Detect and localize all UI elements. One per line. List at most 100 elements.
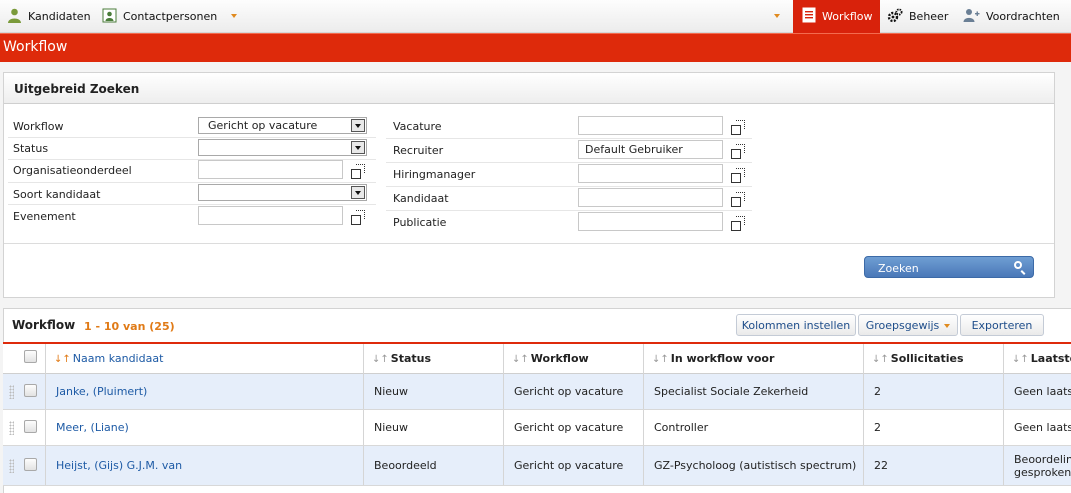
columns-settings-button[interactable]: Kolommen instellen: [736, 314, 856, 336]
table-row[interactable]: Janke, (Pluimert) Nieuw Gericht op vacat…: [3, 374, 1071, 410]
drag-handle-icon[interactable]: [9, 421, 14, 435]
more-dropdown-caret-icon[interactable]: [231, 14, 237, 18]
results-title: Workflow: [12, 318, 76, 332]
cell-in-workflow-voor: GZ-Psycholoog (autistisch spectrum): [643, 446, 863, 485]
cell-sollicitaties: 2: [863, 410, 1003, 445]
cell-workflow: Gericht op vacature: [503, 410, 643, 445]
group-actions-caret-icon: [944, 324, 951, 328]
publicatie-picker-icon[interactable]: [731, 216, 745, 231]
evenement-picker-icon[interactable]: [351, 210, 365, 225]
soort-kandidaat-select-arrow-icon[interactable]: [351, 186, 365, 199]
field-label-hiringmanager: Hiringmanager: [393, 168, 476, 181]
advanced-search-header: Uitgebreid Zoeken: [4, 73, 1054, 104]
field-label-publicatie: Publicatie: [393, 216, 447, 229]
vacature-input[interactable]: [578, 116, 723, 135]
soort-kandidaat-select[interactable]: [198, 184, 367, 201]
row-checkbox[interactable]: [24, 384, 37, 397]
kandidaat-picker-icon[interactable]: [731, 192, 745, 207]
header-in-workflow-voor[interactable]: ↓↑ In workflow voor: [643, 344, 863, 375]
group-actions-button[interactable]: Groepsgewijs: [858, 314, 958, 336]
nav-contactpersonen[interactable]: Contactpersonen: [102, 0, 217, 33]
vacature-picker-icon[interactable]: [731, 120, 745, 135]
header-workflow-label: Workflow: [530, 352, 589, 365]
header-naam-kandidaat-label: Naam kandidaat: [72, 352, 164, 365]
field-label-kandidaat: Kandidaat: [393, 192, 449, 205]
status-select-arrow-icon[interactable]: [351, 141, 365, 154]
cell-workflow: Gericht op vacature: [503, 374, 643, 409]
header-workflow[interactable]: ↓↑ Workflow: [503, 344, 643, 375]
top-navigation-bar: Kandidaten Contactpersonen Workflow Behe…: [0, 0, 1071, 33]
group-actions-label: Groepsgewijs: [865, 319, 940, 332]
drag-handle-icon[interactable]: [9, 385, 14, 399]
right-dropdown-caret-icon[interactable]: [774, 14, 780, 18]
evenement-input[interactable]: [198, 206, 343, 225]
workflow-select-arrow-icon[interactable]: [351, 119, 365, 132]
organisatieonderdeel-input[interactable]: [198, 160, 343, 179]
workflow-select[interactable]: Gericht op vacature: [198, 117, 367, 134]
export-button[interactable]: Exporteren: [960, 314, 1044, 336]
organisatieonderdeel-picker-icon[interactable]: [351, 164, 365, 179]
recruiter-picker-icon[interactable]: [731, 144, 745, 159]
nav-beheer[interactable]: Beheer: [887, 0, 948, 33]
cell-naam-kandidaat[interactable]: Janke, (Pluimert): [45, 374, 363, 409]
cell-naam-kandidaat[interactable]: Meer, (Liane): [45, 410, 363, 445]
header-sollicitaties[interactable]: ↓↑ Sollicitaties: [863, 344, 1003, 375]
nav-voordrachten-label: Voordrachten: [986, 10, 1060, 23]
table-row[interactable]: Meer, (Liane) Nieuw Gericht op vacature …: [3, 410, 1071, 446]
sort-desc-icon: ↓↑: [54, 354, 71, 365]
header-sollicitaties-label: Sollicitaties: [890, 352, 964, 365]
nav-kandidaten-label: Kandidaten: [28, 10, 91, 23]
hiringmanager-input[interactable]: [578, 164, 723, 183]
person-add-icon: [963, 8, 980, 25]
cell-in-workflow-voor: Controller: [643, 410, 863, 445]
cell-laatste: Beoordeling gesproken: [1003, 446, 1071, 485]
sort-icon: ↓↑: [872, 354, 889, 365]
cell-laatste: Geen laatste: [1003, 374, 1071, 409]
row-checkbox[interactable]: [24, 458, 37, 471]
sort-icon: ↓↑: [1012, 354, 1029, 365]
nav-workflow[interactable]: Workflow: [793, 0, 880, 33]
field-label-workflow: Workflow: [13, 120, 64, 133]
select-all-checkbox[interactable]: [24, 350, 37, 363]
table-row[interactable]: Heijst, (Gijs) G.J.M. van Beoordeeld Ger…: [3, 446, 1071, 486]
kandidaat-input[interactable]: [578, 188, 723, 207]
contact-card-icon: [102, 8, 117, 26]
field-separator: [386, 138, 752, 139]
cell-naam-kandidaat[interactable]: Heijst, (Gijs) G.J.M. van: [45, 446, 363, 485]
header-status[interactable]: ↓↑ Status: [363, 344, 503, 375]
field-label-organisatieonderdeel: Organisatieonderdeel: [13, 164, 132, 177]
workflow-select-value: Gericht op vacature: [208, 119, 318, 132]
header-in-workflow-voor-label: In workflow voor: [670, 352, 775, 365]
header-status-label: Status: [390, 352, 432, 365]
cell-in-workflow-voor: Specialist Sociale Zekerheid: [643, 374, 863, 409]
sort-icon: ↓↑: [652, 354, 669, 365]
page-title-bar: Workflow: [0, 33, 1071, 62]
field-separator: [8, 182, 376, 183]
recruiter-input[interactable]: Default Gebruiker: [578, 140, 723, 159]
hiringmanager-picker-icon[interactable]: [731, 168, 745, 183]
sort-icon: ↓↑: [512, 354, 529, 365]
header-naam-kandidaat[interactable]: ↓↑ Naam kandidaat: [45, 344, 363, 375]
status-select[interactable]: [198, 139, 367, 156]
cell-laatste: Geen laatste: [1003, 410, 1071, 445]
search-button[interactable]: Zoeken: [864, 256, 1034, 278]
drag-handle-icon[interactable]: [9, 459, 14, 473]
nav-beheer-label: Beheer: [909, 10, 949, 23]
field-separator: [8, 204, 376, 205]
nav-voordrachten[interactable]: Voordrachten: [963, 0, 1060, 33]
field-separator: [386, 210, 752, 211]
workflow-list-icon: [802, 7, 816, 26]
header-laatste[interactable]: ↓↑Laatste: [1003, 344, 1071, 375]
results-table-header: ↓↑ Naam kandidaat ↓↑ Status ↓↑ Workflow ↓↑ I…: [3, 342, 1071, 375]
field-label-soort-kandidaat: Soort kandidaat: [13, 188, 101, 201]
row-checkbox[interactable]: [24, 420, 37, 433]
page-title: Workflow: [3, 39, 68, 55]
advanced-search-title: Uitgebreid Zoeken: [14, 82, 140, 96]
header-laatste-label: Laatste: [1030, 352, 1071, 365]
nav-workflow-label: Workflow: [822, 10, 873, 23]
publicatie-input[interactable]: [578, 212, 723, 231]
gears-icon: [887, 8, 903, 26]
cell-status: Beoordeeld: [363, 446, 503, 485]
search-icon: [1014, 261, 1022, 269]
nav-kandidaten[interactable]: Kandidaten: [7, 0, 91, 33]
